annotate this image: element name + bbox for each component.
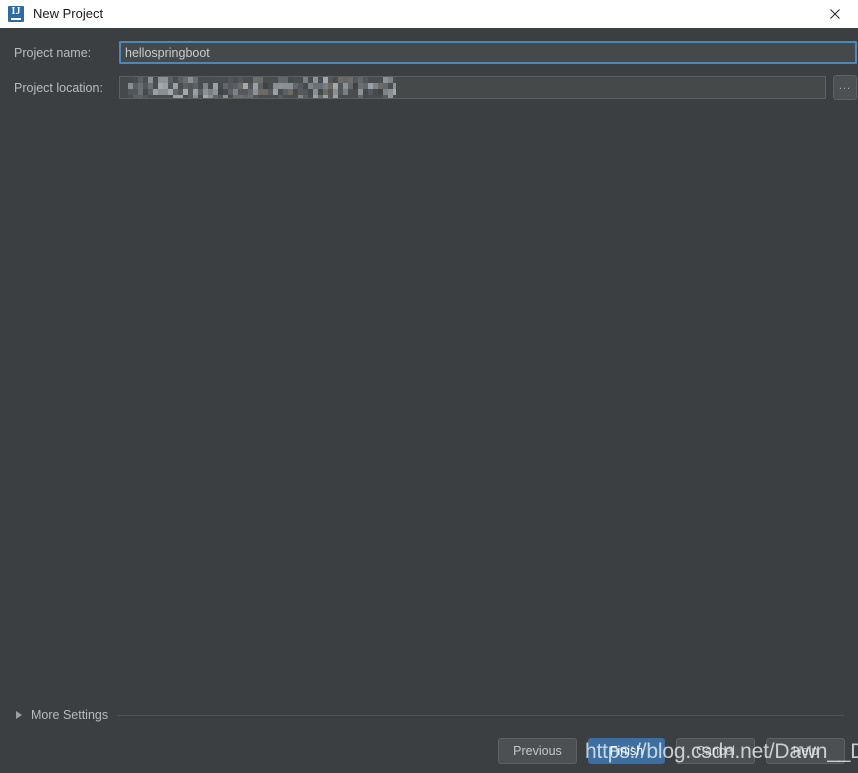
cancel-button[interactable]: Cancel xyxy=(676,738,755,764)
browse-location-button[interactable]: ... xyxy=(833,75,857,100)
project-location-redacted-path xyxy=(128,77,396,98)
project-location-input[interactable] xyxy=(119,76,826,99)
chevron-right-icon xyxy=(14,710,24,720)
project-name-row: Project name: xyxy=(14,41,857,65)
more-settings-label: More Settings xyxy=(31,708,109,722)
project-name-label: Project name: xyxy=(14,46,92,60)
help-button[interactable]: Help xyxy=(766,738,845,764)
dialog-footer: Previous Finish Cancel Help xyxy=(0,738,858,764)
finish-button[interactable]: Finish xyxy=(588,738,665,764)
new-project-dialog: IJ New Project Project name: Project loc… xyxy=(0,0,858,773)
more-settings-separator xyxy=(117,714,844,716)
intellij-idea-icon: IJ xyxy=(8,6,24,22)
project-name-input[interactable] xyxy=(119,41,857,64)
close-icon xyxy=(830,9,840,19)
window-title: New Project xyxy=(33,6,104,21)
app-icon-letters: IJ xyxy=(11,6,21,17)
title-bar: IJ New Project xyxy=(0,0,858,28)
previous-button[interactable]: Previous xyxy=(498,738,577,764)
ellipsis-icon: ... xyxy=(838,80,852,92)
project-location-row: Project location: ... xyxy=(14,75,857,100)
more-settings-toggle[interactable]: More Settings xyxy=(14,707,844,723)
app-icon-underline xyxy=(11,18,21,20)
close-button[interactable] xyxy=(812,0,858,28)
project-location-label: Project location: xyxy=(14,81,103,95)
